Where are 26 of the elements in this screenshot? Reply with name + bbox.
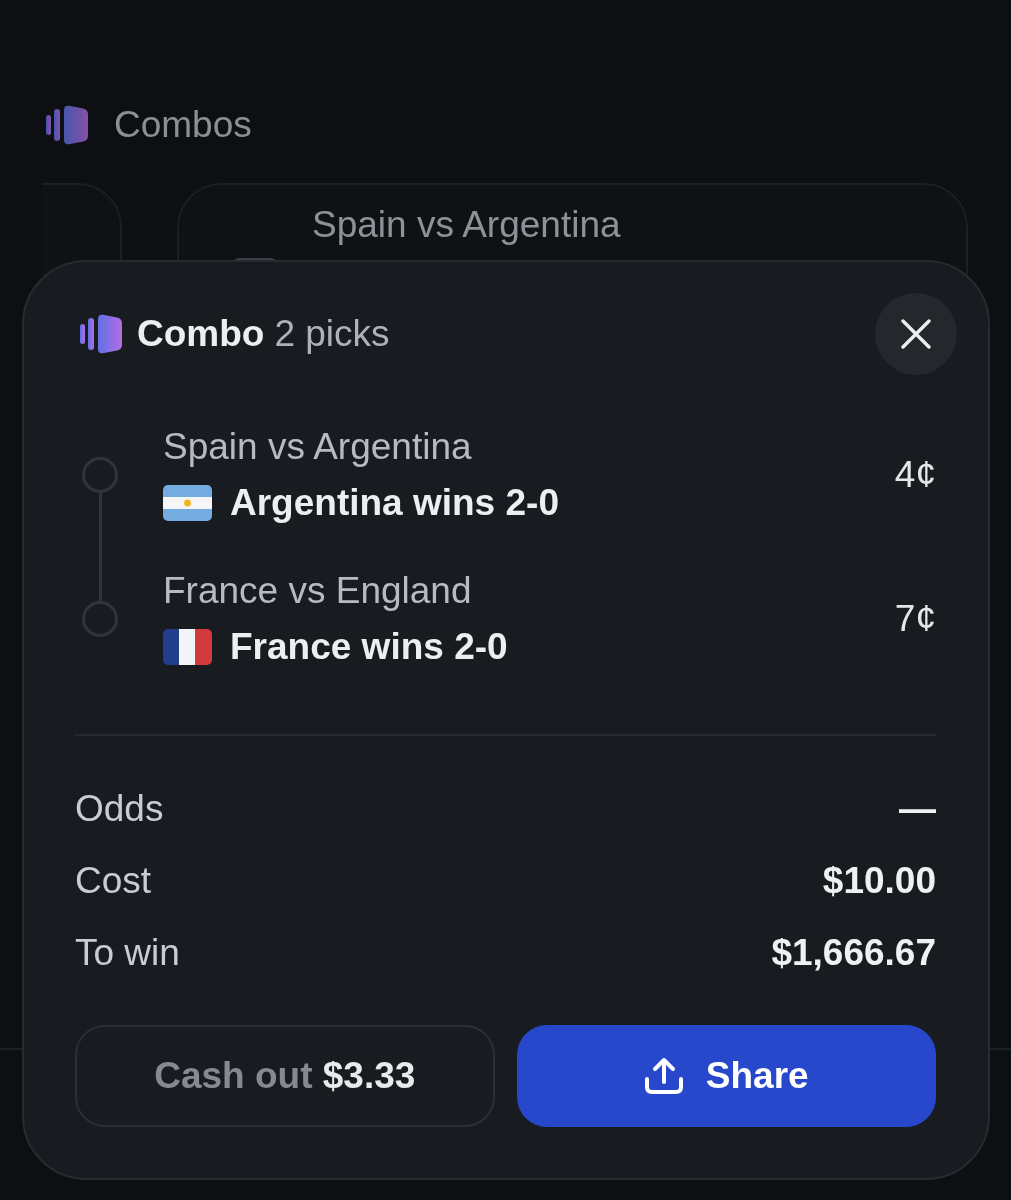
pick-count: 2 picks — [274, 313, 390, 355]
timeline-dot-icon — [82, 457, 118, 493]
cash-out-button[interactable]: Cash out $3.33 — [75, 1025, 495, 1127]
summary-value: — — [899, 788, 936, 830]
page-title: Combos — [114, 105, 252, 145]
upload-icon — [643, 1057, 684, 1095]
match-title: Spain vs Argentina — [163, 425, 473, 469]
match-title: Spain vs Argentina — [312, 203, 621, 247]
summary-value: $10.00 — [822, 860, 936, 902]
logo-icon — [46, 105, 88, 145]
pick-price: 7¢ — [894, 598, 936, 640]
summary-label: Cost — [75, 860, 152, 902]
summary-label: Odds — [75, 788, 164, 830]
close-icon — [901, 319, 931, 349]
logo-icon — [80, 314, 122, 354]
combo-title: Combo — [137, 313, 265, 355]
pick-selection: Argentina wins 2-0 — [230, 481, 559, 525]
share-button[interactable]: Share — [516, 1025, 936, 1127]
flag-icon — [163, 485, 212, 521]
summary-label: To win — [75, 932, 180, 974]
pick-selection: France wins 2-0 — [230, 625, 508, 669]
match-title: France vs England — [163, 569, 473, 613]
summary-value: $1,666.67 — [771, 932, 936, 974]
flag-icon — [163, 629, 212, 665]
pick-price: 4¢ — [894, 454, 936, 496]
timeline-dot-icon — [82, 601, 118, 637]
